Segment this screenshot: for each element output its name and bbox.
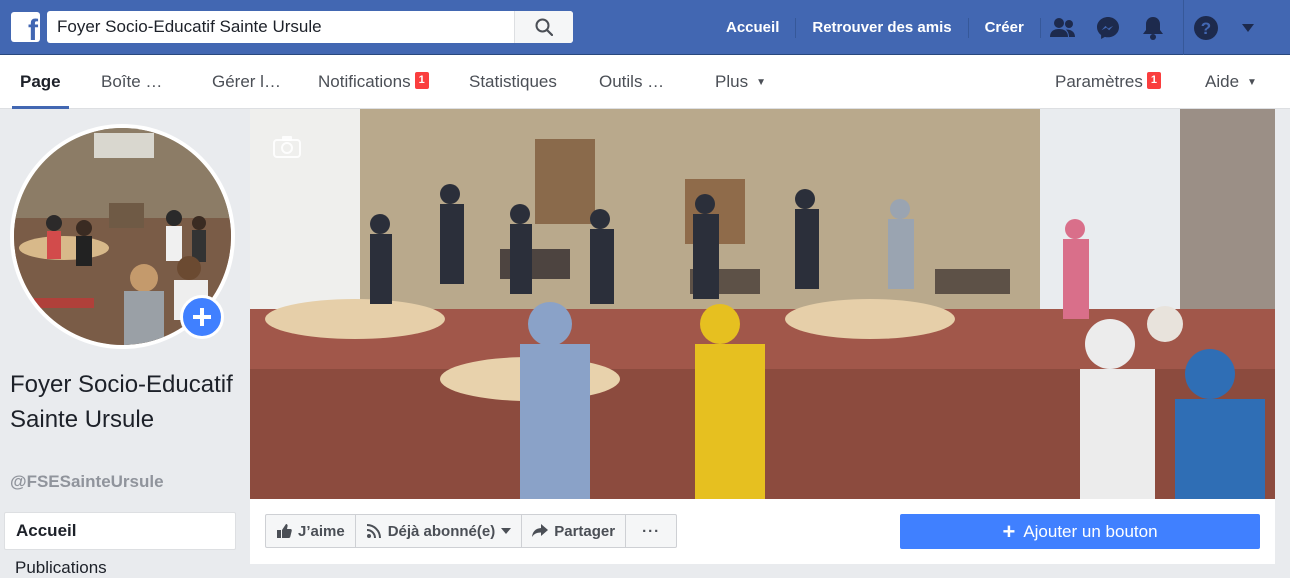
tab-more-label: Plus [715, 72, 749, 91]
settings-badge: 1 [1146, 72, 1161, 89]
tab-notifications[interactable]: Notifications 1 [318, 55, 429, 109]
caret-down-icon [1242, 23, 1254, 32]
subscribed-button[interactable]: Déjà abonné(e) [356, 515, 523, 547]
messenger-icon [1096, 16, 1119, 39]
tab-notifications-label: Notifications [318, 72, 411, 91]
bell-icon [1142, 16, 1163, 40]
tab-page[interactable]: Page [12, 55, 69, 109]
sidebar-item-home[interactable]: Accueil [4, 512, 236, 550]
search-box [47, 11, 573, 43]
svg-text:?: ? [1201, 19, 1211, 38]
account-menu-button[interactable] [1228, 0, 1268, 55]
share-button-label: Partager [554, 522, 616, 540]
facebook-logo-icon[interactable]: f [11, 12, 40, 42]
share-arrow-icon [532, 524, 549, 537]
top-nav-links: Accueil Retrouver des amis Créer [710, 0, 1041, 55]
tab-manage-label: Gérer l… [212, 72, 281, 91]
tab-statistics[interactable]: Statistiques [469, 55, 557, 109]
tab-page-label: Page [20, 72, 61, 91]
nav-home-link[interactable]: Accueil [710, 17, 797, 38]
nav-find-friends-link[interactable]: Retrouver des amis [796, 17, 969, 38]
messenger-button[interactable] [1085, 0, 1130, 55]
tab-tools[interactable]: Outils … [599, 55, 664, 109]
like-button[interactable]: J’aime [266, 515, 356, 547]
cover-photo[interactable] [250, 109, 1275, 499]
tab-inbox[interactable]: Boîte … [101, 55, 162, 109]
tab-inbox-label: Boîte … [101, 72, 163, 91]
rss-icon [366, 524, 381, 539]
tab-tools-label: Outils … [599, 72, 665, 91]
search-icon [535, 18, 553, 36]
page-title: Foyer Socio-Educatif Sainte Ursule [10, 371, 233, 433]
page-actions-bar: J’aime Déjà abonné(e) Partager ··· [265, 514, 678, 548]
tab-help-label: Aide [1205, 72, 1240, 91]
subscribed-button-label: Déjà abonné(e) [387, 522, 496, 540]
top-navigation-bar: f Accueil Retrouver des amis Créer ? [0, 0, 1290, 55]
sidebar-item-posts[interactable]: Publications [15, 558, 107, 578]
tab-manage[interactable]: Gérer l… [212, 55, 281, 109]
more-dots-icon: ··· [642, 522, 661, 540]
caret-down-icon [501, 528, 512, 534]
camera-icon[interactable] [273, 135, 301, 159]
more-actions-button[interactable]: ··· [626, 515, 676, 547]
caret-down-icon: ▼ [756, 77, 766, 88]
question-icon: ? [1194, 15, 1218, 40]
share-button[interactable]: Partager [522, 515, 627, 547]
caret-down-icon: ▼ [1247, 77, 1257, 88]
nav-create-link[interactable]: Créer [969, 17, 1041, 38]
tab-more[interactable]: Plus ▼ [715, 55, 766, 109]
search-input[interactable] [47, 11, 514, 43]
cover-photo-illustration [250, 109, 1275, 499]
page-tabs-bar: Page Boîte … Gérer l… Notifications 1 Sta… [0, 55, 1290, 109]
plus-icon: + [1002, 518, 1016, 544]
friends-icon [1049, 17, 1075, 37]
page-header-card: J’aime Déjà abonné(e) Partager ··· + Ajo… [250, 109, 1275, 564]
add-button-label: Ajouter un bouton [1023, 521, 1158, 541]
notifications-badge: 1 [414, 72, 429, 89]
tab-settings[interactable]: Paramètres 1 [1055, 55, 1161, 109]
friend-requests-button[interactable] [1040, 0, 1085, 55]
plus-icon [193, 308, 211, 326]
tab-settings-label: Paramètres [1055, 72, 1143, 91]
help-button[interactable]: ? [1183, 0, 1228, 55]
like-button-label: J’aime [298, 522, 345, 540]
add-profile-picture-button[interactable] [180, 295, 224, 339]
tab-help[interactable]: Aide ▼ [1205, 55, 1257, 109]
thumbs-up-icon [277, 524, 292, 538]
top-icons: ? [1040, 0, 1268, 55]
add-button-button[interactable]: + Ajouter un bouton [900, 514, 1260, 549]
tab-statistics-label: Statistiques [469, 72, 557, 91]
page-handle[interactable]: @FSESainteUrsule [10, 472, 164, 492]
search-button[interactable] [514, 11, 573, 43]
notifications-button[interactable] [1130, 0, 1175, 55]
